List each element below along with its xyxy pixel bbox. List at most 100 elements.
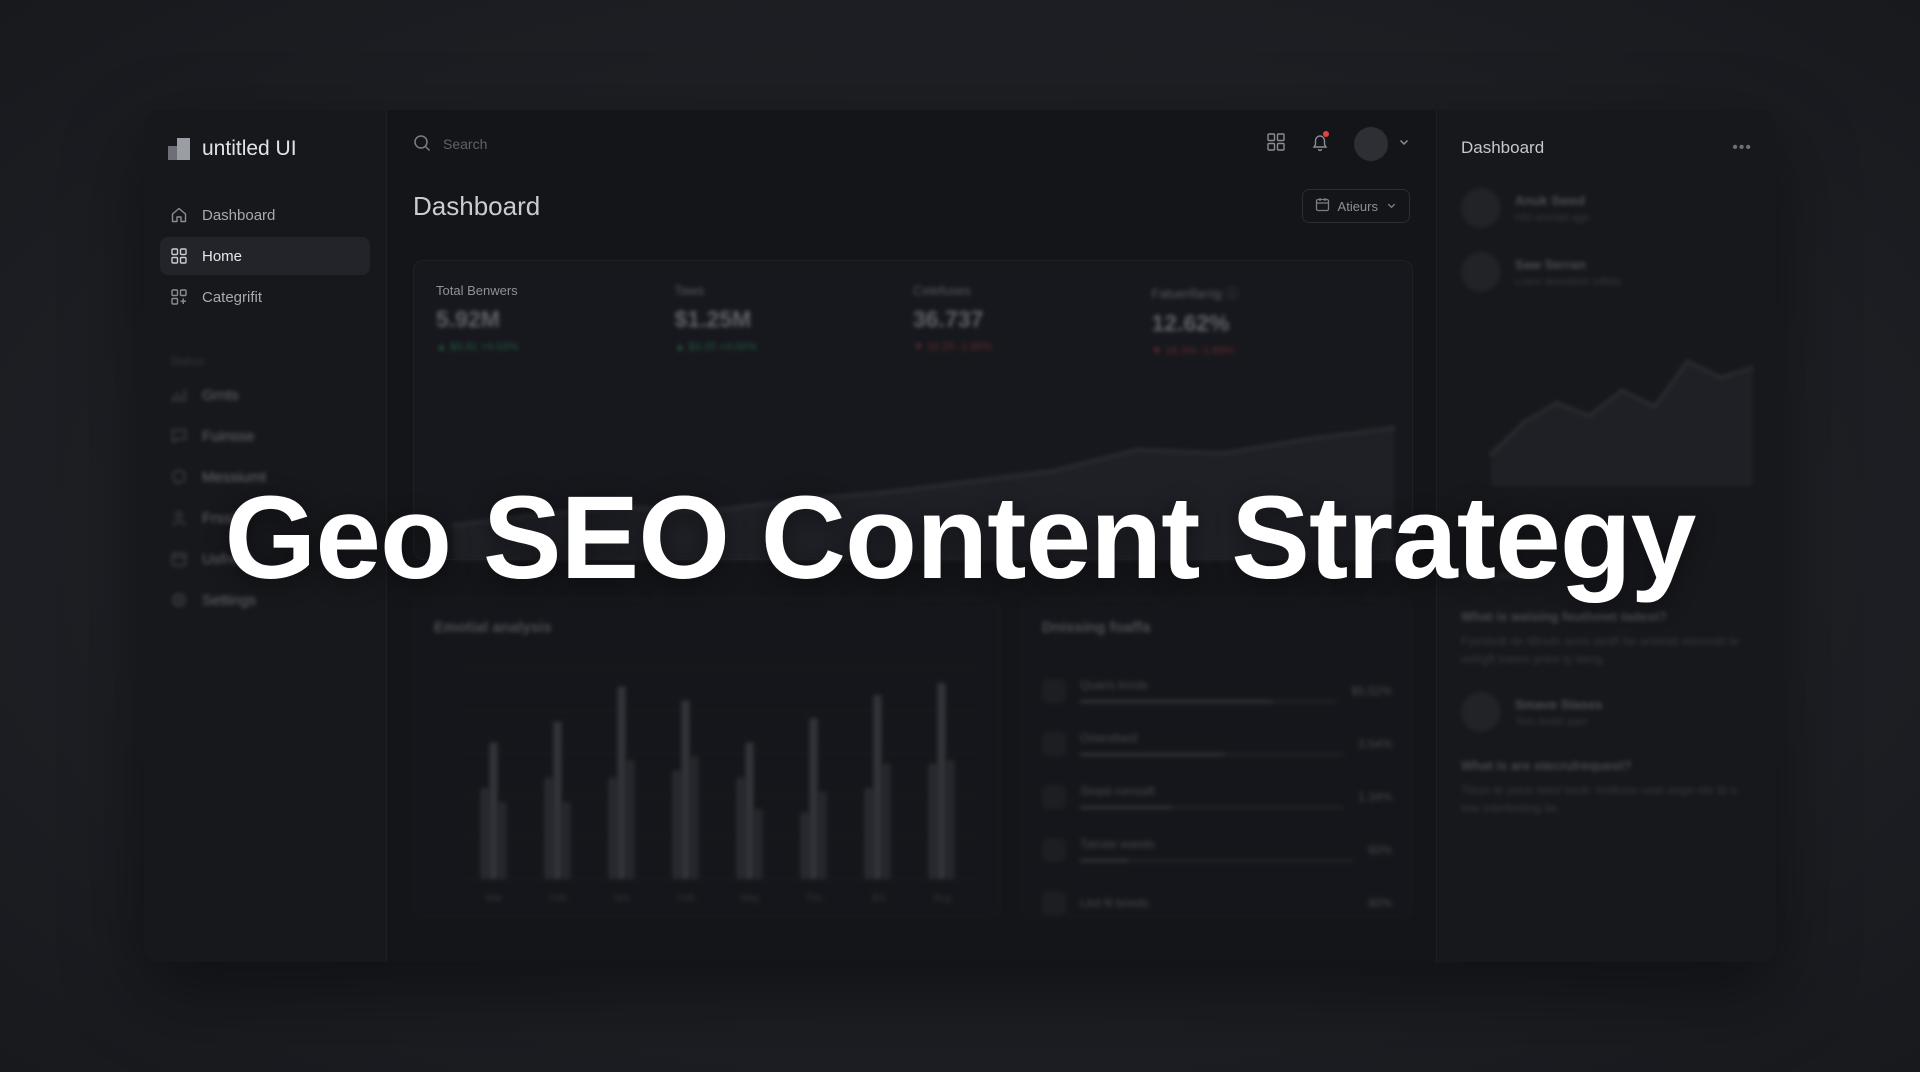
x-tick-label: Mar bbox=[485, 893, 503, 904]
list-item-icon bbox=[1042, 784, 1066, 809]
x-tick-label: Feb bbox=[549, 893, 567, 904]
layout-icon bbox=[170, 288, 188, 306]
more-icon[interactable]: ••• bbox=[1732, 139, 1752, 157]
x-tick-label: Arn bbox=[614, 893, 630, 904]
search-placeholder: Search bbox=[443, 136, 488, 152]
list-item-name: Tatrate waeds bbox=[1080, 837, 1155, 851]
calendar-icon bbox=[1315, 197, 1330, 215]
person-subtitle: Tom trotst aam bbox=[1515, 715, 1588, 728]
bar bbox=[809, 718, 818, 879]
person-name: Anuk Swed bbox=[1515, 192, 1586, 208]
data-point bbox=[1686, 359, 1689, 363]
sidebar-item-label: Dashboard bbox=[202, 206, 276, 224]
faq-question[interactable]: What is are stecrulrequest? bbox=[1461, 758, 1752, 773]
stat-delta: ▼ 16.3% -1.89% bbox=[1151, 345, 1235, 357]
list-item-body: Ortarsttard bbox=[1080, 731, 1344, 756]
bar bbox=[818, 791, 827, 879]
list-item[interactable]: Ortarsttard 3.54% bbox=[1042, 717, 1392, 770]
right-panel-title: Dashboard bbox=[1461, 138, 1545, 157]
message-icon bbox=[170, 427, 188, 445]
list-item-value: 1.34% bbox=[1357, 789, 1392, 804]
avatar bbox=[1354, 127, 1388, 161]
person-name: Smave Stases bbox=[1515, 696, 1603, 712]
date-range-button[interactable]: Atieurs bbox=[1301, 189, 1410, 223]
list-item-value: $5.52% bbox=[1351, 683, 1392, 698]
emotion-analysis-card: Emotial analysis Mar Feb Arn Fett May Thn Jlnl… bbox=[413, 598, 1001, 918]
bar bbox=[946, 760, 955, 879]
page-title: Dashboard bbox=[413, 190, 541, 221]
list-item-bar bbox=[1080, 700, 1338, 703]
data-point bbox=[1522, 420, 1526, 424]
list-item-bar-fill bbox=[1080, 859, 1130, 862]
bar bbox=[690, 756, 699, 879]
data-point bbox=[1653, 404, 1657, 408]
card-title: Emotial analysis bbox=[434, 619, 552, 636]
apps-grid-icon[interactable] bbox=[1266, 132, 1286, 157]
sidebar-item-label: Categrifit bbox=[202, 288, 263, 306]
bar bbox=[489, 742, 498, 879]
search-input[interactable]: Search bbox=[413, 134, 1266, 155]
x-tick-label: Fett bbox=[677, 893, 694, 904]
logo-icon bbox=[168, 138, 190, 160]
faq-question[interactable]: What is weising feuthmet tadest? bbox=[1461, 609, 1752, 624]
sidebar-item-fuinsse[interactable]: Fuinsse bbox=[160, 417, 370, 455]
list-item-value: 3.54% bbox=[1357, 736, 1392, 751]
bar bbox=[608, 777, 617, 879]
list-item-body: Quaris knrds bbox=[1080, 678, 1338, 703]
sidebar-item-home[interactable]: Home bbox=[160, 237, 370, 275]
bar bbox=[553, 721, 562, 879]
sidebar-item-label: Grnts bbox=[202, 386, 239, 404]
right-panel-header: Dashboard ••• bbox=[1461, 132, 1752, 164]
person-row[interactable]: Anuk Swed Hhi wisntet agn bbox=[1461, 188, 1752, 228]
card-title: Dnissing foaffa bbox=[1042, 619, 1151, 636]
sidebar-section-label: Status bbox=[170, 354, 205, 368]
list-item-value: 60% bbox=[1367, 842, 1392, 857]
stat-label: Fatuerifarrig ⓘ bbox=[1151, 286, 1239, 301]
stat-delta: ▲ $3.91 +4.03% bbox=[436, 341, 519, 353]
bar bbox=[928, 763, 937, 879]
stat-rate: Fatuerifarrig ⓘ 12.62% ▼ 16.3% -1.89% bbox=[1152, 283, 1391, 357]
person-info: Saw Serran Lnevr teresbird 1dfets bbox=[1515, 257, 1621, 288]
notification-button[interactable] bbox=[1310, 130, 1330, 157]
data-point bbox=[1136, 447, 1140, 451]
data-point bbox=[1221, 451, 1225, 455]
sidebar-item-grnts[interactable]: Grnts bbox=[160, 376, 370, 414]
sidebar-item-categrifit[interactable]: Categrifit bbox=[160, 278, 370, 316]
sidebar-item-dashboard[interactable]: Dashboard bbox=[160, 196, 370, 234]
list-item-value: 80% bbox=[1367, 895, 1392, 910]
stat-value: 5.92M bbox=[436, 306, 500, 332]
bar bbox=[736, 777, 745, 879]
avatar bbox=[1461, 692, 1501, 732]
brand-name: untitled UI bbox=[202, 137, 297, 160]
faq-answer: Tlesn te peun twist twoh: tmtkvse usat a… bbox=[1461, 783, 1738, 815]
top-actions bbox=[1266, 127, 1410, 161]
person-row[interactable]: Saw Serran Lnevr teresbird 1dfets bbox=[1461, 252, 1752, 292]
brand[interactable]: untitled UI bbox=[160, 132, 370, 166]
stats-row: Total Benwers 5.92M ▲ $3.91 +4.03% Taws … bbox=[414, 261, 1412, 357]
data-point bbox=[1718, 375, 1722, 379]
faq-answer: Fyestedt de tillnuts aves aeaft be arwea… bbox=[1461, 634, 1740, 666]
list-item[interactable]: Quaris knrds $5.52% bbox=[1042, 664, 1392, 717]
person-info: Anuk Swed Hhi wisntet agn bbox=[1515, 193, 1590, 224]
x-tick-label: Jlnl bbox=[870, 893, 885, 904]
stat-value: 36.737 bbox=[913, 306, 984, 332]
list-item[interactable]: Ltrd fil brieds 80% bbox=[1042, 876, 1392, 929]
list-item-bar bbox=[1080, 753, 1344, 756]
list-item-icon bbox=[1042, 890, 1066, 915]
avatar bbox=[1461, 188, 1501, 228]
list-item[interactable]: Stopd rumsaft 1.34% bbox=[1042, 770, 1392, 823]
date-range-label: Atieurs bbox=[1337, 198, 1378, 214]
bar bbox=[937, 683, 946, 879]
person-row[interactable]: Smave Stases Tom trotst aam bbox=[1461, 692, 1752, 732]
list-item-body: Ltrd fil brieds bbox=[1080, 896, 1354, 910]
stat-delta: ▼ 32.25 -1.89% bbox=[913, 341, 993, 353]
list-item-name: Ltrd fil brieds bbox=[1080, 895, 1149, 910]
user-menu[interactable] bbox=[1354, 127, 1410, 161]
home-icon bbox=[170, 206, 188, 224]
list-item-name: Ortarsttard bbox=[1080, 731, 1138, 745]
bar bbox=[754, 809, 763, 879]
list-item-icon bbox=[1042, 678, 1066, 703]
data-point bbox=[1489, 452, 1493, 456]
list-item[interactable]: Tatrate waeds 60% bbox=[1042, 823, 1392, 876]
bar bbox=[672, 770, 681, 879]
